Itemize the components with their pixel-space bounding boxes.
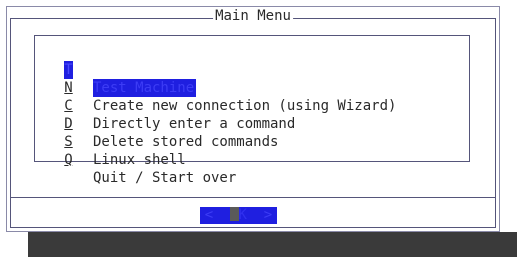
menu-item-linux-shell[interactable]: S Linux shell xyxy=(35,115,185,168)
menu-item-key: Q xyxy=(64,152,73,168)
ok-button[interactable]: < OK > xyxy=(200,207,277,224)
menu-item-label: Directly enter a command xyxy=(93,116,296,132)
ok-button-right-bracket: > xyxy=(263,207,273,223)
menu-item-create-connection[interactable]: N Create new connection (using Wizard) xyxy=(35,61,396,114)
menu-item-label: Create new connection (using Wizard) xyxy=(93,98,397,114)
dialog-shadow xyxy=(28,232,517,257)
menu-item-delete-commands[interactable]: D Delete stored commands xyxy=(35,97,278,150)
dialog-title: Main Menu xyxy=(213,8,293,24)
main-menu-dialog: Main Menu T Test Machine N Create new co… xyxy=(6,6,500,232)
button-row-divider xyxy=(10,197,496,198)
ok-button-left-bracket: < xyxy=(204,207,214,223)
text-cursor xyxy=(230,207,240,221)
terminal-screen: Main Menu T Test Machine N Create new co… xyxy=(0,0,517,257)
menu-item-test-machine[interactable]: T Test Machine xyxy=(35,43,197,97)
menu-list: T Test Machine N Create new connection (… xyxy=(35,43,396,186)
menu-list-box: T Test Machine N Create new connection (… xyxy=(34,35,470,186)
menu-item-label: Delete stored commands xyxy=(93,134,279,150)
menu-item-quit[interactable]: Q Quit / Start over xyxy=(35,133,236,186)
menu-item-label: Quit / Start over xyxy=(93,170,237,186)
menu-item-enter-command[interactable]: C Directly enter a command xyxy=(35,79,295,132)
